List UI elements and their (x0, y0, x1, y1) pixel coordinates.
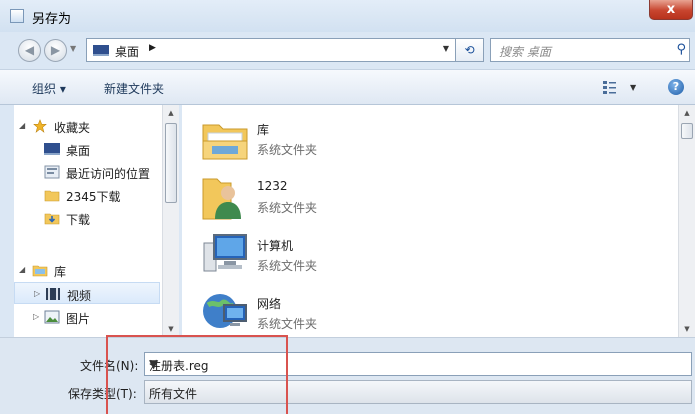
file-type: 系统文件夹 (257, 201, 318, 215)
highlight-annotation-box (106, 335, 288, 414)
back-button[interactable]: ◀ (18, 39, 41, 62)
nav-item-label: 2345下载 (66, 190, 121, 204)
nav-item-downloads[interactable]: 下载 (14, 207, 160, 229)
expand-arrow-icon[interactable]: ▷ (34, 289, 40, 298)
nav-item-recent-places[interactable]: 最近访问的位置 (14, 161, 160, 183)
address-bar[interactable]: 桌面 ▶ ▼ (86, 38, 456, 62)
save-fields: 文件名(N): 注册表.reg ▼ 保存类型(T): 所有文件 (0, 337, 695, 414)
scroll-down-icon[interactable]: ▼ (679, 321, 695, 337)
recent-pages-dropdown[interactable]: ▼ (70, 44, 76, 53)
organize-menu[interactable]: 组织 ▾ (32, 80, 66, 97)
file-name: 计算机 (257, 239, 294, 253)
file-list-pane: 库 系统文件夹 1232 系统文件夹 计算机 系统文件夹 网络 系统文件夹 (182, 105, 678, 337)
file-pane-scrollbar[interactable]: ▲ ▼ (678, 105, 695, 337)
desktop-icon (93, 45, 109, 56)
file-item-computer[interactable]: 计算机 系统文件夹 (182, 225, 482, 283)
nav-item-label: 图片 (66, 312, 91, 326)
nav-item-2345-downloads[interactable]: 2345下载 (14, 184, 160, 206)
nav-item-desktop[interactable]: 桌面 (14, 138, 160, 160)
folder-icon (44, 190, 60, 202)
view-dropdown-icon[interactable]: ▼ (630, 83, 636, 92)
chevron-right-icon[interactable]: ▶ (149, 43, 156, 53)
forward-button[interactable]: ▶ (44, 39, 67, 62)
nav-item-libraries[interactable]: ◢ 库 (14, 259, 160, 281)
window-title: 另存为 (32, 12, 72, 27)
refresh-button[interactable]: ⟲ (456, 38, 484, 62)
recent-places-icon (44, 165, 60, 179)
nav-item-label: 收藏夹 (54, 121, 91, 135)
file-type: 系统文件夹 (257, 259, 318, 273)
scroll-up-icon[interactable]: ▲ (679, 105, 695, 121)
nav-item-label: 最近访问的位置 (66, 167, 151, 181)
file-name: 网络 (257, 297, 282, 311)
navigation-pane: ◢ 收藏夹 桌面 最近访问的位置 2345下载 下载 ◢ 库 ▷ 视频 ▷ 图片 (14, 105, 179, 337)
scrollbar-thumb[interactable] (165, 123, 177, 203)
download-folder-icon (44, 213, 60, 225)
help-icon[interactable]: ? (668, 79, 684, 95)
file-name: 1232 (257, 179, 288, 193)
search-placeholder: 搜索 桌面 (499, 45, 551, 59)
network-icon (203, 294, 247, 328)
close-button[interactable]: x (649, 0, 693, 20)
file-item-libraries[interactable]: 库 系统文件夹 (182, 109, 482, 167)
title-bar: 另存为 x (0, 0, 695, 32)
computer-icon (203, 234, 247, 272)
user-folder-icon (202, 178, 241, 220)
expand-arrow-icon[interactable]: ◢ (19, 121, 25, 130)
window-icon (10, 9, 24, 23)
scrollbar-thumb[interactable] (681, 123, 693, 139)
nav-item-videos[interactable]: ▷ 视频 (14, 282, 160, 304)
nav-pane-scrollbar[interactable]: ▲ ▼ (162, 105, 179, 337)
expand-arrow-icon[interactable]: ▷ (33, 312, 39, 321)
nav-item-pictures[interactable]: ▷ 图片 (14, 306, 160, 328)
star-icon (33, 119, 47, 133)
address-path[interactable]: 桌面 (115, 43, 139, 60)
file-type: 系统文件夹 (257, 143, 318, 157)
picture-icon (44, 310, 60, 324)
search-icon[interactable]: ⚲ (676, 42, 686, 57)
chevron-down-icon[interactable]: ▼ (443, 44, 449, 53)
file-item-user[interactable]: 1232 系统文件夹 (182, 167, 482, 225)
file-type: 系统文件夹 (257, 317, 318, 331)
view-options-icon[interactable] (602, 79, 618, 95)
file-name: 库 (257, 123, 270, 137)
nav-item-label: 下载 (66, 213, 91, 227)
library-folder-icon (202, 124, 248, 160)
desktop-icon (44, 143, 60, 155)
nav-item-label: 视频 (67, 289, 92, 303)
file-item-network[interactable]: 网络 系统文件夹 (182, 283, 482, 337)
nav-item-favorites[interactable]: ◢ 收藏夹 (14, 115, 160, 137)
video-icon (46, 288, 60, 300)
nav-item-label: 桌面 (66, 144, 91, 158)
save-as-dialog: 另存为 x ◀ ▶ ▼ 桌面 ▶ ▼ ⟲ 搜索 桌面 ⚲ 组织 ▾ 新建文件夹 … (0, 0, 695, 414)
library-icon (32, 265, 48, 277)
new-folder-button[interactable]: 新建文件夹 (104, 80, 164, 97)
address-row: ◀ ▶ ▼ 桌面 ▶ ▼ ⟲ 搜索 桌面 ⚲ (0, 32, 695, 68)
expand-arrow-icon[interactable]: ◢ (19, 265, 25, 274)
nav-item-label: 库 (54, 265, 67, 279)
command-bar: 组织 ▾ 新建文件夹 ▼ ? (0, 69, 695, 105)
scroll-up-icon[interactable]: ▲ (163, 105, 179, 121)
search-input[interactable]: 搜索 桌面 ⚲ (490, 38, 690, 62)
